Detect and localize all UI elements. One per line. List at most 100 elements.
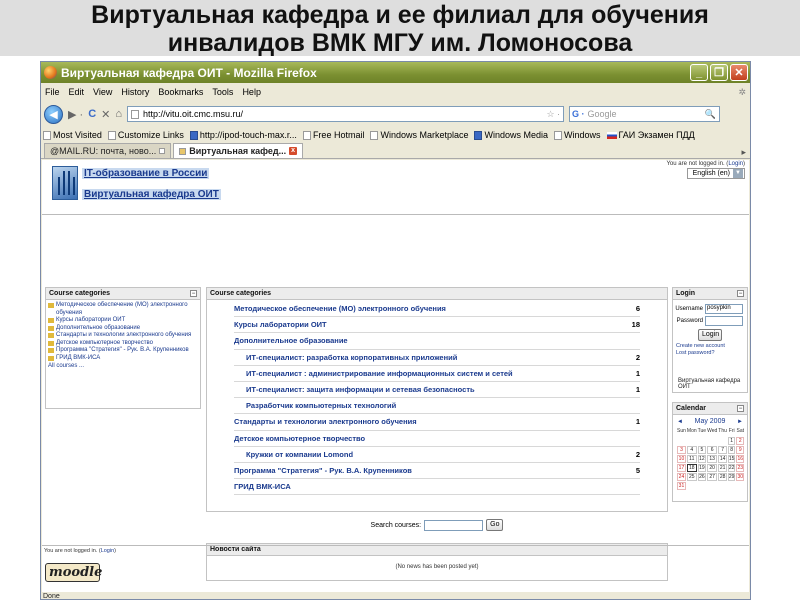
tab-close-icon[interactable]: x: [289, 147, 298, 155]
tab-list-icon[interactable]: ▸: [741, 147, 746, 158]
category-name[interactable]: Кружки от компании Lomond: [246, 450, 353, 459]
category-name[interactable]: ГРИД ВМК-ИСА: [234, 482, 291, 491]
back-button[interactable]: ◀: [44, 104, 63, 124]
calendar-day[interactable]: 3: [677, 446, 686, 454]
username-field[interactable]: posypkin: [705, 304, 743, 314]
stop-button[interactable]: ✕: [101, 108, 110, 121]
calendar-day[interactable]: 7: [718, 446, 727, 454]
search-go-button[interactable]: Go: [486, 519, 504, 531]
calendar-day[interactable]: 8: [727, 446, 736, 454]
category-name[interactable]: Курсы лаборатории ОИТ: [234, 320, 327, 329]
calendar-day[interactable]: 26: [697, 473, 707, 481]
category-link[interactable]: Стандарты и технологии электронного обуч…: [48, 332, 198, 340]
bookmark-item[interactable]: Windows Media: [474, 130, 548, 140]
category-link[interactable]: Методическое обеспечение (МО) электронно…: [48, 302, 198, 317]
calendar-day[interactable]: 5: [697, 446, 707, 454]
category-link[interactable]: Детское компьютерное творчество: [48, 340, 198, 348]
category-name[interactable]: ИТ-специалист : администрирование информ…: [246, 369, 513, 378]
calendar-day[interactable]: 18: [686, 464, 697, 472]
calendar-day[interactable]: 31: [677, 482, 686, 490]
calendar-day[interactable]: 19: [697, 464, 707, 472]
category-row[interactable]: Программа "Стратегия" - Рук. В.А. Крупен…: [234, 463, 640, 480]
magnifier-icon[interactable]: 🔍: [705, 109, 716, 120]
category-row[interactable]: Детское компьютерное творчество: [234, 431, 640, 447]
search-engine-icon[interactable]: G ·: [572, 109, 585, 119]
calendar-day[interactable]: 14: [718, 455, 727, 463]
url-bar[interactable]: http://vitu.oit.cmc.msu.ru/ ☆ ·: [127, 106, 565, 122]
next-month-button[interactable]: ►: [737, 419, 743, 425]
collapse-icon[interactable]: −: [190, 290, 197, 297]
calendar-day[interactable]: 25: [686, 473, 697, 481]
password-field[interactable]: [705, 316, 743, 326]
category-name[interactable]: Разработчик компьютерных технологий: [246, 401, 396, 410]
window-titlebar[interactable]: Виртуальная кафедра ОИТ - Mozilla Firefo…: [41, 62, 750, 83]
bookmark-item[interactable]: Free Hotmail: [302, 130, 364, 140]
forward-button[interactable]: ▶ ·: [68, 108, 83, 121]
category-row[interactable]: Стандарты и технологии электронного обуч…: [234, 414, 640, 431]
lost-password-link[interactable]: Lost password?: [673, 350, 747, 357]
minimize-button[interactable]: _: [690, 64, 708, 81]
calendar-day[interactable]: 22: [727, 464, 736, 472]
category-name[interactable]: Дополнительное образование: [234, 336, 348, 345]
category-name[interactable]: Программа "Стратегия" - Рук. В.А. Крупен…: [234, 466, 412, 475]
category-link[interactable]: Программа "Стратегия" - Рук. В.А. Крупен…: [48, 347, 198, 355]
bookmark-star-icon[interactable]: ☆ ·: [546, 109, 560, 120]
header-login-link[interactable]: Login: [728, 161, 743, 167]
footer-login-link[interactable]: Login: [101, 548, 114, 554]
tab-virtual-kafedra[interactable]: Виртуальная кафед... x: [173, 143, 304, 158]
calendar-day[interactable]: 30: [736, 473, 745, 481]
moodle-logo[interactable]: moodle: [45, 563, 102, 582]
search-courses-input[interactable]: [424, 519, 484, 531]
calendar-day[interactable]: 20: [707, 464, 718, 472]
calendar-day[interactable]: 23: [736, 464, 745, 472]
category-name[interactable]: Стандарты и технологии электронного обуч…: [234, 417, 417, 426]
calendar-day[interactable]: 9: [736, 446, 745, 454]
category-row[interactable]: ГРИД ВМК-ИСА: [234, 479, 640, 496]
calendar-day[interactable]: 12: [697, 455, 707, 463]
create-account-link[interactable]: Create new account: [673, 343, 747, 350]
calendar-day[interactable]: 11: [686, 455, 697, 463]
bookmark-item[interactable]: http://ipod-touch-max.r...: [189, 130, 297, 140]
calendar-day[interactable]: 6: [707, 446, 718, 454]
home-button[interactable]: ⌂: [115, 108, 122, 120]
calendar-day[interactable]: 2: [736, 437, 745, 445]
it-education-link[interactable]: IT-образование в России: [82, 168, 210, 179]
close-button[interactable]: ✕: [730, 64, 748, 81]
menu-tools[interactable]: Tools: [212, 87, 233, 97]
calendar-day[interactable]: 28: [718, 473, 727, 481]
calendar-day[interactable]: 10: [677, 455, 686, 463]
calendar-day[interactable]: 16: [736, 455, 745, 463]
menu-view[interactable]: View: [93, 87, 112, 97]
all-courses-link[interactable]: All courses ...: [48, 363, 198, 371]
calendar-day[interactable]: 21: [718, 464, 727, 472]
category-row[interactable]: Дополнительное образование: [234, 333, 640, 350]
bookmark-item[interactable]: Most Visited: [43, 130, 102, 140]
category-link[interactable]: ГРИД ВМК-ИСА: [48, 355, 198, 363]
menu-bookmarks[interactable]: Bookmarks: [158, 87, 203, 97]
login-button[interactable]: Login: [698, 329, 722, 341]
menu-file[interactable]: File: [45, 87, 60, 97]
calendar-day[interactable]: 4: [686, 446, 697, 454]
category-name[interactable]: ИТ-специалист: защита информации и сетев…: [246, 385, 475, 394]
bookmark-item[interactable]: Windows: [554, 130, 601, 140]
category-row[interactable]: Курсы лаборатории ОИТ 18: [234, 317, 640, 334]
bookmark-item[interactable]: Windows Marketplace: [370, 130, 468, 140]
virtual-kafedra-link[interactable]: Виртуальная кафедра ОИТ: [82, 189, 221, 200]
reload-button[interactable]: C: [88, 108, 96, 120]
category-row[interactable]: ИТ-специалист : администрирование информ…: [234, 366, 640, 382]
menu-history[interactable]: History: [121, 87, 149, 97]
calendar-day[interactable]: 13: [707, 455, 718, 463]
category-row[interactable]: ИТ-специалист: разработка корпоративных …: [234, 350, 640, 366]
category-link[interactable]: Курсы лаборатории ОИТ: [48, 317, 198, 325]
category-row[interactable]: ИТ-специалист: защита информации и сетев…: [234, 382, 640, 399]
tab-close-icon[interactable]: [159, 148, 166, 154]
category-name[interactable]: Методическое обеспечение (МО) электронно…: [234, 304, 446, 313]
collapse-icon[interactable]: −: [737, 290, 744, 297]
category-link[interactable]: Дополнительное образование: [48, 325, 198, 333]
collapse-icon[interactable]: −: [737, 405, 744, 412]
category-name[interactable]: Детское компьютерное творчество: [234, 434, 365, 443]
calendar-day[interactable]: 15: [727, 455, 736, 463]
calendar-day[interactable]: 17: [677, 464, 686, 472]
category-row[interactable]: Кружки от компании Lomond 2: [234, 447, 640, 463]
language-select[interactable]: English (en) ▼: [687, 168, 745, 179]
